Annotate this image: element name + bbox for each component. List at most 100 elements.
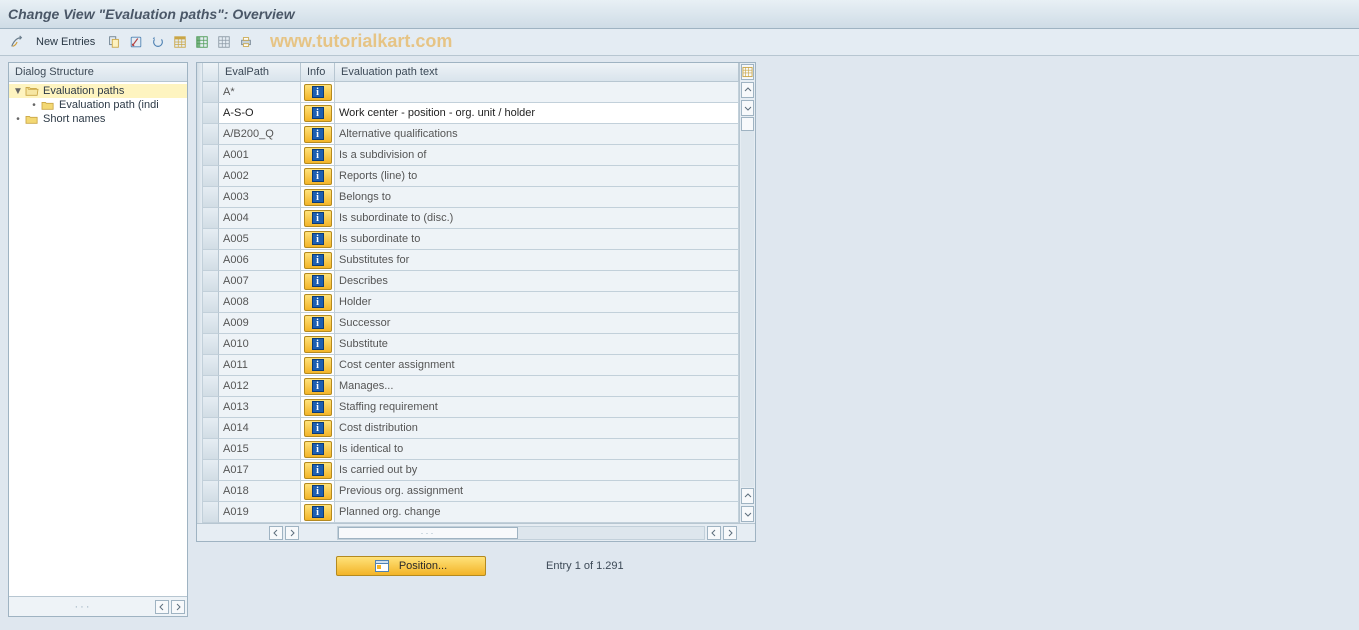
evalpath-cell[interactable]: A012 (219, 376, 301, 397)
deselect-all-icon[interactable] (215, 33, 233, 51)
position-button[interactable]: Position... (336, 556, 486, 576)
info-button[interactable]: i (304, 210, 332, 227)
evaluation-path-text-cell[interactable]: Cost center assignment (335, 355, 739, 376)
row-selector[interactable] (203, 481, 219, 502)
evaluation-path-text-cell[interactable]: Is subordinate to (disc.) (335, 208, 739, 229)
print-icon[interactable] (237, 33, 255, 51)
select-all-icon[interactable] (171, 33, 189, 51)
tree-node-short-names[interactable]: • Short names (9, 112, 187, 126)
resize-handle-icon[interactable]: ··· (11, 601, 155, 613)
vertical-scroll-thumb[interactable] (741, 117, 754, 131)
evalpath-cell[interactable]: A001 (219, 145, 301, 166)
row-selector[interactable] (203, 229, 219, 250)
row-selector[interactable] (203, 187, 219, 208)
evalpath-cell[interactable]: A002 (219, 166, 301, 187)
evaluation-path-text-cell[interactable]: Work center - position - org. unit / hol… (335, 103, 739, 124)
evaluation-path-text-cell[interactable]: Describes (335, 271, 739, 292)
vertical-scroll-track[interactable] (741, 117, 754, 487)
evaluation-path-text-cell[interactable]: Is subordinate to (335, 229, 739, 250)
evaluation-path-text-cell[interactable]: Substitutes for (335, 250, 739, 271)
evalpath-cell[interactable]: A010 (219, 334, 301, 355)
row-selector[interactable] (203, 82, 219, 103)
scroll-up-icon[interactable] (741, 82, 754, 98)
evaluation-path-text-cell[interactable]: Reports (line) to (335, 166, 739, 187)
info-button[interactable]: i (304, 420, 332, 437)
scroll-up-icon[interactable] (741, 488, 754, 504)
row-selector[interactable] (203, 397, 219, 418)
scroll-right-icon[interactable] (171, 600, 185, 614)
scroll-right-icon[interactable] (285, 526, 299, 540)
evalpath-cell[interactable]: A017 (219, 460, 301, 481)
info-button[interactable]: i (304, 273, 332, 290)
evalpath-cell[interactable]: A-S-O (219, 103, 301, 124)
info-button[interactable]: i (304, 147, 332, 164)
info-button[interactable]: i (304, 231, 332, 248)
delete-icon[interactable] (127, 33, 145, 51)
scroll-left-icon[interactable] (707, 526, 721, 540)
horizontal-scroll-track[interactable]: ··· (337, 526, 705, 540)
evalpath-cell[interactable]: A019 (219, 502, 301, 523)
row-selector[interactable] (203, 334, 219, 355)
evalpath-cell[interactable]: A018 (219, 481, 301, 502)
horizontal-scrollbar[interactable]: ··· (197, 523, 755, 541)
tree-expand-icon[interactable]: ▼ (13, 86, 23, 96)
info-button[interactable]: i (304, 168, 332, 185)
column-header-text[interactable]: Evaluation path text (335, 63, 739, 81)
new-entries-button[interactable]: New Entries (30, 34, 101, 50)
info-button[interactable]: i (304, 504, 332, 521)
evaluation-path-text-cell[interactable]: Planned org. change (335, 502, 739, 523)
info-button[interactable]: i (304, 483, 332, 500)
evaluation-path-text-cell[interactable]: Staffing requirement (335, 397, 739, 418)
tree-node-evaluation-path-ind[interactable]: • Evaluation path (indi (9, 98, 187, 112)
row-selector[interactable] (203, 355, 219, 376)
evalpath-cell[interactable]: A009 (219, 313, 301, 334)
evaluation-path-text-cell[interactable]: Successor (335, 313, 739, 334)
evalpath-cell[interactable]: A006 (219, 250, 301, 271)
evalpath-cell[interactable]: A* (219, 82, 301, 103)
evaluation-path-text-cell[interactable]: Manages... (335, 376, 739, 397)
evalpath-cell[interactable]: A003 (219, 187, 301, 208)
evaluation-path-text-cell[interactable]: Is identical to (335, 439, 739, 460)
table-config-icon[interactable] (741, 64, 754, 80)
evalpath-cell[interactable]: A011 (219, 355, 301, 376)
row-selector[interactable] (203, 145, 219, 166)
evalpath-cell[interactable]: A014 (219, 418, 301, 439)
info-button[interactable]: i (304, 336, 332, 353)
column-header-selector[interactable] (203, 63, 219, 81)
evaluation-path-text-cell[interactable]: Substitute (335, 334, 739, 355)
scroll-left-icon[interactable] (269, 526, 283, 540)
evalpath-cell[interactable]: A013 (219, 397, 301, 418)
select-block-icon[interactable] (193, 33, 211, 51)
row-selector[interactable] (203, 460, 219, 481)
info-button[interactable]: i (304, 189, 332, 206)
evalpath-cell[interactable]: A004 (219, 208, 301, 229)
undo-change-icon[interactable] (149, 33, 167, 51)
row-selector[interactable] (203, 124, 219, 145)
row-selector[interactable] (203, 376, 219, 397)
evaluation-path-text-cell[interactable]: Cost distribution (335, 418, 739, 439)
info-button[interactable]: i (304, 294, 332, 311)
row-selector[interactable] (203, 418, 219, 439)
info-button[interactable]: i (304, 126, 332, 143)
scroll-down-icon[interactable] (741, 100, 754, 116)
evaluation-path-text-cell[interactable]: Alternative qualifications (335, 124, 739, 145)
evalpath-cell[interactable]: A007 (219, 271, 301, 292)
evaluation-path-text-cell[interactable] (335, 82, 739, 103)
row-selector[interactable] (203, 439, 219, 460)
info-button[interactable]: i (304, 441, 332, 458)
evaluation-path-text-cell[interactable]: Is carried out by (335, 460, 739, 481)
info-button[interactable]: i (304, 252, 332, 269)
row-selector[interactable] (203, 313, 219, 334)
row-selector[interactable] (203, 292, 219, 313)
row-selector[interactable] (203, 271, 219, 292)
vertical-scrollbar[interactable] (739, 63, 755, 523)
row-selector[interactable] (203, 250, 219, 271)
row-selector[interactable] (203, 208, 219, 229)
tree-node-evaluation-paths[interactable]: ▼ Evaluation paths (9, 84, 187, 98)
evaluation-path-text-cell[interactable]: Holder (335, 292, 739, 313)
evalpath-cell[interactable]: A005 (219, 229, 301, 250)
info-button[interactable]: i (304, 84, 332, 101)
row-selector[interactable] (203, 502, 219, 523)
evaluation-path-text-cell[interactable]: Is a subdivision of (335, 145, 739, 166)
info-button[interactable]: i (304, 462, 332, 479)
